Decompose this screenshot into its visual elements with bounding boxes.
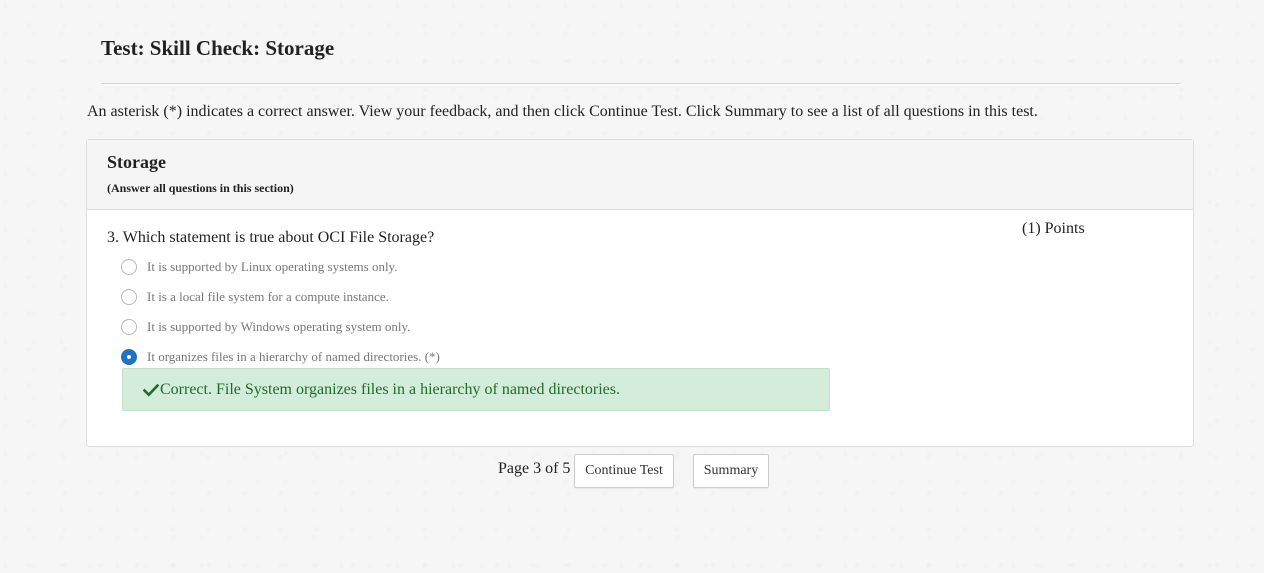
radio-unchecked-icon[interactable] xyxy=(121,319,137,335)
page-title: Test: Skill Check: Storage xyxy=(101,36,335,60)
answer-option-label: It is supported by Windows operating sys… xyxy=(147,319,411,334)
answer-option-label: It organizes files in a hierarchy of nam… xyxy=(147,349,440,364)
question-text: 3. Which statement is true about OCI Fil… xyxy=(107,229,435,246)
section-title: Storage xyxy=(107,152,166,172)
answer-option-label: It is supported by Linux operating syste… xyxy=(147,259,398,274)
feedback-text: Correct. File System organizes files in … xyxy=(160,380,620,398)
section-subtitle: (Answer all questions in this section) xyxy=(107,181,294,195)
title-divider xyxy=(101,83,1181,85)
answer-option-label: It is a local file system for a compute … xyxy=(147,289,389,304)
answer-option-2[interactable]: It is a local file system for a compute … xyxy=(121,287,389,307)
page-indicator: Page 3 of 5 xyxy=(498,460,571,477)
section-header: Storage (Answer all questions in this se… xyxy=(87,140,1193,210)
question-points: (1) Points xyxy=(1022,220,1085,237)
answer-option-3[interactable]: It is supported by Windows operating sys… xyxy=(121,317,410,337)
answer-option-1[interactable]: It is supported by Linux operating syste… xyxy=(121,257,397,277)
radio-unchecked-icon[interactable] xyxy=(121,259,137,275)
radio-checked-icon[interactable] xyxy=(121,349,137,365)
check-icon xyxy=(143,383,159,397)
summary-button[interactable]: Summary xyxy=(693,454,769,488)
radio-unchecked-icon[interactable] xyxy=(121,289,137,305)
answer-option-4[interactable]: It organizes files in a hierarchy of nam… xyxy=(121,347,440,367)
continue-test-button[interactable]: Continue Test xyxy=(574,454,674,488)
instructions-text: An asterisk (*) indicates a correct answ… xyxy=(87,103,1038,120)
feedback-alert: Correct. File System organizes files in … xyxy=(122,368,830,411)
section-panel: Storage (Answer all questions in this se… xyxy=(86,139,1194,447)
